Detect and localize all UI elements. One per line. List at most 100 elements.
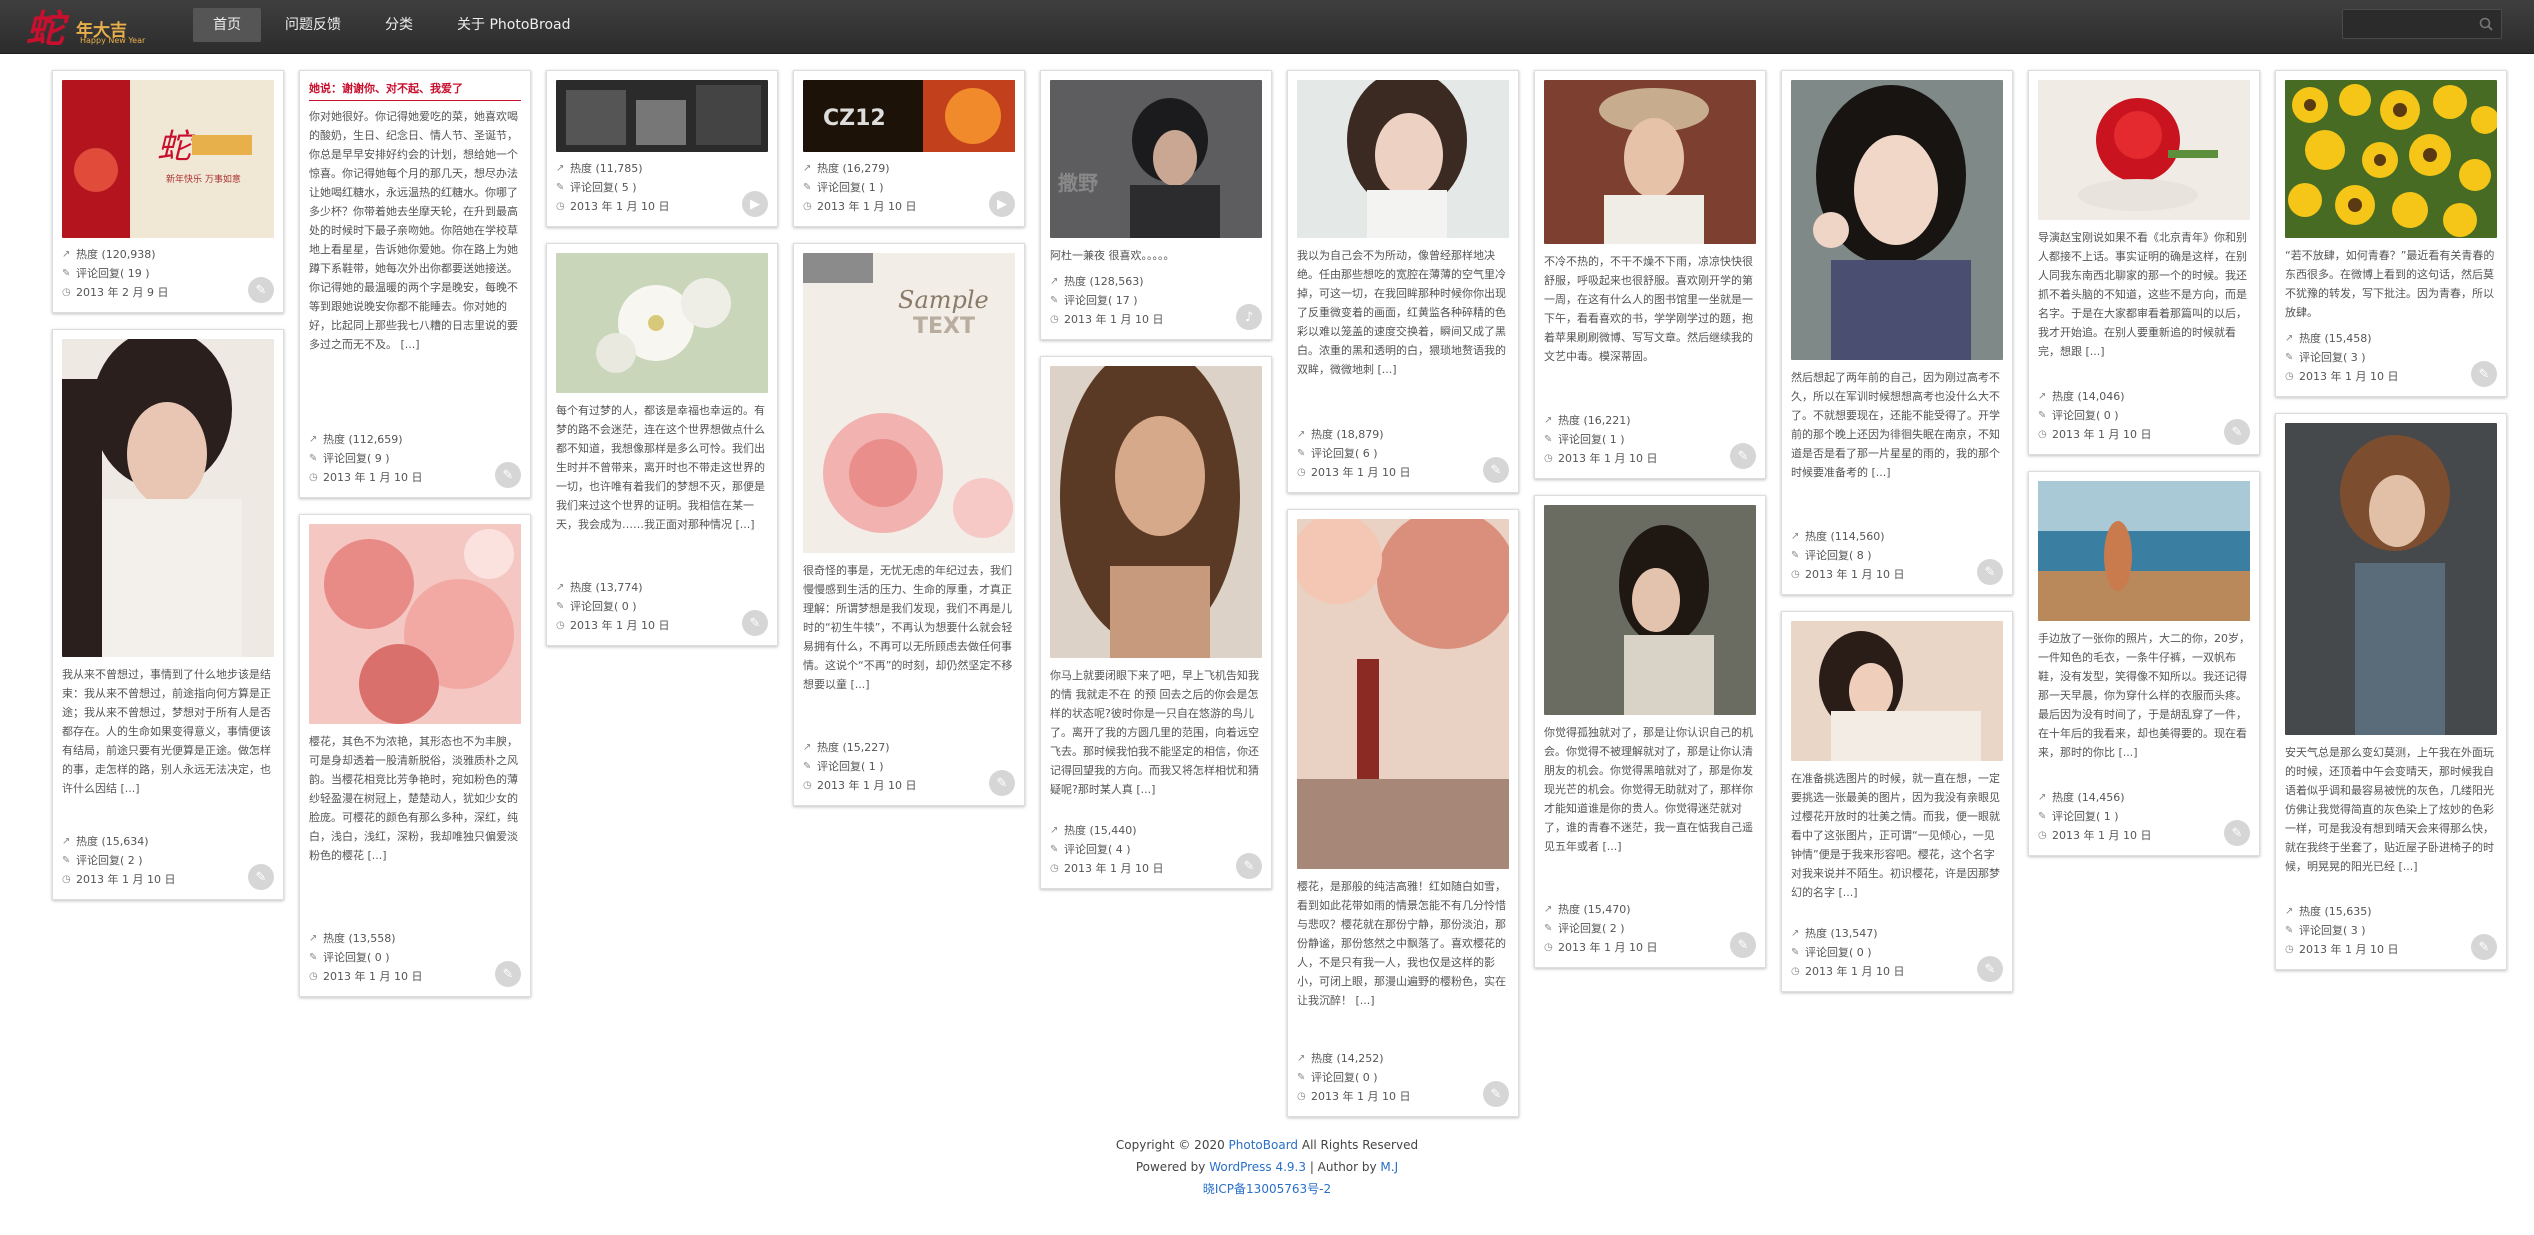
main-nav: 首页 问题反馈 分类 关于 PhotoBroad bbox=[193, 8, 594, 42]
post-image[interactable] bbox=[1050, 366, 1262, 658]
post-image[interactable]: 撒野 bbox=[1050, 80, 1262, 238]
post-excerpt: 每个有过梦的人，都该是幸福也幸运的。有梦的路不会迷茫，连在这个世界想做点什么都不… bbox=[556, 404, 765, 531]
edit-icon[interactable]: ✎ bbox=[1977, 956, 2003, 982]
comment-icon: ✎ bbox=[556, 182, 565, 193]
post-card: 安天气总是那么变幻莫测，上午我在外面玩的时候，还顶着中午会变晴天，那时候我自语着… bbox=[2275, 413, 2507, 970]
post-excerpt: 导演赵宝刚说如果不看《北京青年》你和别人都接不上话。事实证明的确是这样，在别人同… bbox=[2038, 231, 2247, 358]
edit-icon[interactable]: ✎ bbox=[1730, 443, 1756, 469]
post-image[interactable]: Sample TEXT bbox=[803, 253, 1015, 553]
svg-text:Sample: Sample bbox=[898, 286, 989, 314]
post-meta: ↗ 热度 (120,938) ✎ 评论回复( 19 ) ◷ 2013 年 2 月 9 … bbox=[62, 245, 274, 302]
comment-icon: ✎ bbox=[1050, 295, 1059, 306]
svg-text:TEXT: TEXT bbox=[913, 314, 975, 339]
play-icon[interactable]: ▶ bbox=[742, 191, 768, 217]
post-image[interactable] bbox=[1544, 80, 1756, 244]
post-image[interactable] bbox=[1297, 80, 1509, 238]
post-card: “若不放肆，如何青春？”最近看有关青春的东西很多。在微博上看到的这句话，然后莫不… bbox=[2275, 70, 2507, 397]
clock-icon: ◷ bbox=[2038, 429, 2047, 440]
site-link[interactable]: PhotoBoard bbox=[1229, 1138, 1299, 1152]
site-logo[interactable]: 蛇 年大吉 Happy New Year bbox=[26, 2, 146, 51]
comment-icon: ✎ bbox=[803, 761, 812, 772]
comment-icon: ✎ bbox=[1297, 448, 1306, 459]
search-icon[interactable] bbox=[2479, 17, 2493, 31]
post-card: 我以为自己会不为所动，像曾经那样地决绝。任由那些想吃的宽腔在薄薄的空气里冷掉，可… bbox=[1287, 70, 1519, 493]
external-link-icon: ↗ bbox=[556, 582, 565, 593]
clock-icon: ◷ bbox=[2038, 830, 2047, 841]
external-link-icon: ↗ bbox=[1050, 825, 1059, 836]
clock-icon: ◷ bbox=[1791, 569, 1800, 580]
clock-icon: ◷ bbox=[556, 620, 565, 631]
external-link-icon: ↗ bbox=[1050, 276, 1059, 287]
clock-icon: ◷ bbox=[1544, 942, 1553, 953]
icp-link[interactable]: 晓ICP备13005763号-2 bbox=[1203, 1182, 1331, 1196]
music-icon[interactable]: ♪ bbox=[1236, 304, 1262, 330]
post-card: 导演赵宝刚说如果不看《北京青年》你和别人都接不上话。事实证明的确是这样，在别人同… bbox=[2028, 70, 2260, 455]
edit-icon[interactable]: ✎ bbox=[248, 277, 274, 303]
comment-icon: ✎ bbox=[1050, 844, 1059, 855]
post-image[interactable]: 蛇 新年快乐 万事如意 bbox=[62, 80, 274, 238]
external-link-icon: ↗ bbox=[309, 933, 318, 944]
post-image[interactable]: CZ12 bbox=[803, 80, 1015, 152]
edit-icon[interactable]: ✎ bbox=[1236, 853, 1262, 879]
post-image[interactable] bbox=[2285, 80, 2497, 238]
post-image[interactable] bbox=[556, 253, 768, 393]
edit-icon[interactable]: ✎ bbox=[2471, 934, 2497, 960]
post-excerpt: 不冷不热的，不干不燥不下雨，凉凉快快很舒服，呼吸起来也很舒服。喜欢刚开学的第一周… bbox=[1544, 255, 1753, 363]
post-meta: ↗ 热度 (14,456) ✎ 评论回复( 1 ) ◷ 2013 年 1 月 10 日 bbox=[2038, 788, 2250, 845]
column-7: 不冷不热的，不干不燥不下雨，凉凉快快很舒服，呼吸起来也很舒服。喜欢刚开学的第一周… bbox=[1534, 70, 1766, 984]
post-card: 你马上就要闭眼下来了吧，早上飞机告知我的情 我就走不在 的预 回去之后的你会是怎… bbox=[1040, 356, 1272, 889]
post-image[interactable] bbox=[556, 80, 768, 152]
post-image[interactable] bbox=[2038, 481, 2250, 621]
edit-icon[interactable]: ✎ bbox=[2471, 361, 2497, 387]
clock-icon: ◷ bbox=[1297, 1091, 1306, 1102]
external-link-icon: ↗ bbox=[1297, 429, 1306, 440]
comment-icon: ✎ bbox=[309, 952, 318, 963]
edit-icon[interactable]: ✎ bbox=[1483, 457, 1509, 483]
comment-icon: ✎ bbox=[1791, 947, 1800, 958]
post-image[interactable] bbox=[309, 524, 521, 724]
column-6: 我以为自己会不为所动，像曾经那样地决绝。任由那些想吃的宽腔在薄薄的空气里冷掉，可… bbox=[1287, 70, 1519, 1133]
edit-icon[interactable]: ✎ bbox=[1977, 559, 2003, 585]
edit-icon[interactable]: ✎ bbox=[2224, 820, 2250, 846]
edit-icon[interactable]: ✎ bbox=[742, 610, 768, 636]
post-excerpt: 你马上就要闭眼下来了吧，早上飞机告知我的情 我就走不在 的预 回去之后的你会是怎… bbox=[1050, 669, 1259, 796]
wordpress-link[interactable]: WordPress 4.9.3 bbox=[1209, 1160, 1306, 1174]
post-card: 手边放了一张你的照片，大二的你，20岁，一件知色的毛衣，一条牛仔裤，一双帆布鞋，… bbox=[2028, 471, 2260, 856]
search-box bbox=[2342, 9, 2502, 39]
edit-icon[interactable]: ✎ bbox=[495, 462, 521, 488]
nav-feedback[interactable]: 问题反馈 bbox=[265, 8, 361, 42]
post-title[interactable]: 她说：谢谢你、对不起、我爱了 bbox=[309, 80, 521, 101]
post-image[interactable] bbox=[1297, 519, 1509, 869]
edit-icon[interactable]: ✎ bbox=[1483, 1081, 1509, 1107]
clock-icon: ◷ bbox=[62, 874, 71, 885]
edit-icon[interactable]: ✎ bbox=[495, 961, 521, 987]
post-excerpt: 阿杜一兼夜 很喜欢。。。。。 bbox=[1050, 249, 1175, 262]
post-image[interactable] bbox=[62, 339, 274, 657]
top-navbar: 蛇 年大吉 Happy New Year 首页 问题反馈 分类 关于 Photo… bbox=[0, 0, 2534, 54]
edit-icon[interactable]: ✎ bbox=[989, 770, 1015, 796]
search-input[interactable] bbox=[2343, 10, 2468, 38]
post-image[interactable] bbox=[1544, 505, 1756, 715]
post-image[interactable] bbox=[2285, 423, 2497, 735]
comment-icon: ✎ bbox=[556, 601, 565, 612]
post-image[interactable] bbox=[2038, 80, 2250, 220]
comment-icon: ✎ bbox=[2038, 410, 2047, 421]
comment-count[interactable]: 评论回复( 19 ) bbox=[76, 264, 150, 283]
nav-home[interactable]: 首页 bbox=[193, 8, 261, 42]
edit-icon[interactable]: ✎ bbox=[248, 864, 274, 890]
post-image[interactable] bbox=[1791, 621, 2003, 761]
post-excerpt: 我从来不曾想过，事情到了什么地步该是结束：我从来不曾想过，前途指向何方算是正途；… bbox=[62, 668, 271, 795]
external-link-icon: ↗ bbox=[1791, 928, 1800, 939]
external-link-icon: ↗ bbox=[2038, 391, 2047, 402]
nav-category[interactable]: 分类 bbox=[365, 8, 433, 42]
play-icon[interactable]: ▶ bbox=[989, 191, 1015, 217]
post-card: Sample TEXT 很奇怪的事是，无忧无虑的年纪过去，我们慢慢感到生活的压力… bbox=[793, 243, 1025, 806]
edit-icon[interactable]: ✎ bbox=[2224, 419, 2250, 445]
post-excerpt: 安天气总是那么变幻莫测，上午我在外面玩的时候，还顶着中午会变晴天，那时候我自语着… bbox=[2285, 746, 2494, 873]
post-image[interactable] bbox=[1791, 80, 2003, 360]
column-9: 导演赵宝刚说如果不看《北京青年》你和别人都接不上话。事实证明的确是这样，在别人同… bbox=[2028, 70, 2260, 872]
nav-about[interactable]: 关于 PhotoBroad bbox=[437, 8, 590, 42]
author-link[interactable]: M.J bbox=[1380, 1160, 1398, 1174]
edit-icon[interactable]: ✎ bbox=[1730, 932, 1756, 958]
post-card: 每个有过梦的人，都该是幸福也幸运的。有梦的路不会迷茫，连在这个世界想做点什么都不… bbox=[546, 243, 778, 646]
